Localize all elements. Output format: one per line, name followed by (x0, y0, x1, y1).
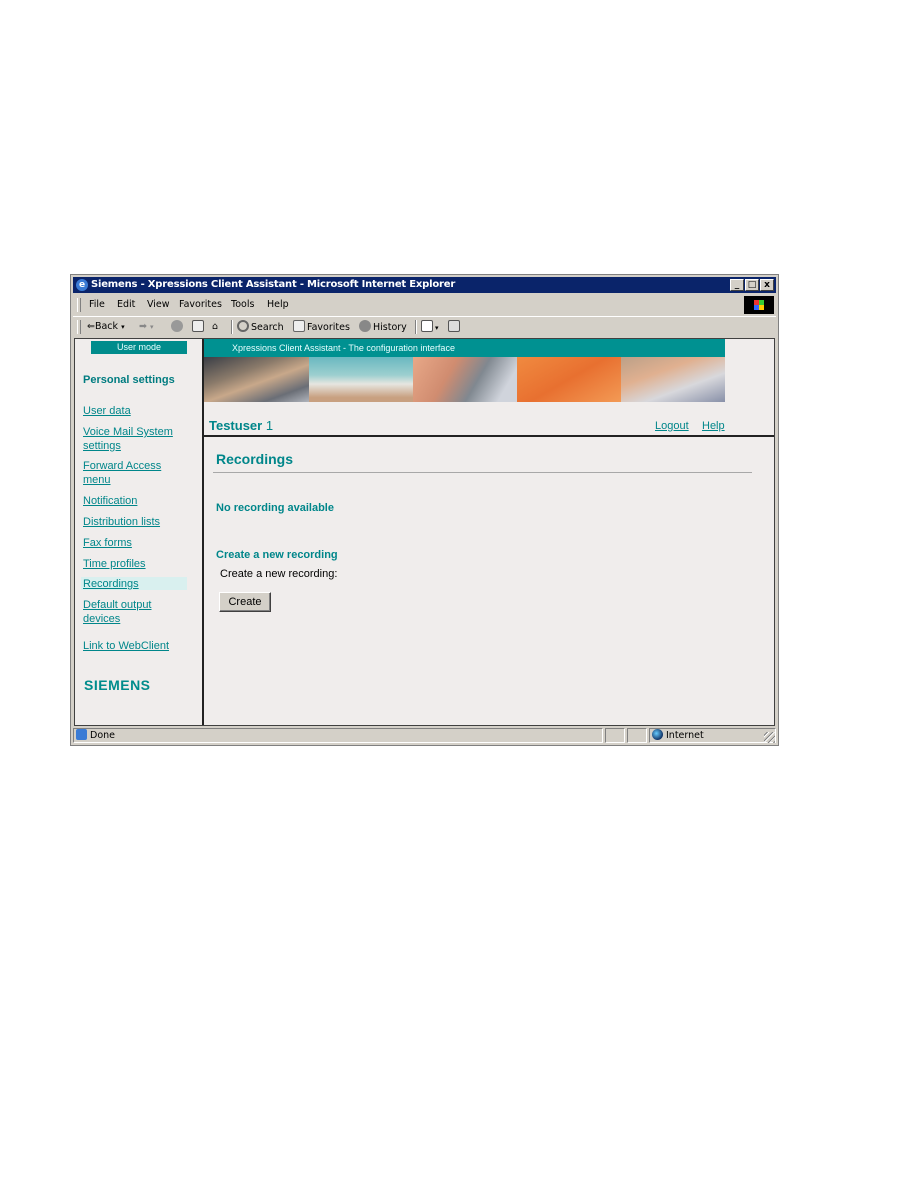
sidebar-item-recordings[interactable]: Recordings (83, 578, 139, 592)
create-button[interactable]: Create (219, 592, 271, 612)
home-icon: ⌂ (212, 321, 219, 332)
browser-window: e Siemens - Xpressions Client Assistant … (70, 274, 779, 746)
stop-button[interactable] (171, 320, 185, 335)
banner-photo-screen (309, 357, 413, 402)
back-label: Back (94, 321, 119, 332)
title-divider (213, 472, 752, 473)
sidebar: User mode Personal settings User data Vo… (75, 339, 204, 725)
link-line-1: Default output (83, 599, 152, 611)
link-line-2: devices (83, 612, 121, 625)
zone-cell: Internet (649, 728, 776, 743)
sidebar-section-title: Personal settings (83, 374, 175, 386)
print-icon (448, 320, 460, 332)
globe-icon (652, 729, 663, 740)
link-line-1: Forward Access (83, 460, 162, 472)
resize-grip[interactable] (764, 732, 775, 743)
page-content: User mode Personal settings User data Vo… (74, 338, 775, 726)
siemens-logo: SIEMENS (84, 677, 151, 693)
search-button[interactable]: Search (237, 320, 284, 335)
close-button[interactable]: x (760, 279, 774, 291)
refresh-icon (192, 320, 204, 332)
page-title: Recordings (216, 451, 294, 467)
sidebar-item-fax-forms[interactable]: Fax forms (83, 537, 132, 551)
history-button[interactable]: History (359, 320, 407, 335)
menu-edit[interactable]: Edit (117, 298, 135, 312)
ie-icon: e (76, 279, 88, 291)
history-icon (359, 320, 371, 332)
dropdown-icon: ▾ (121, 323, 125, 331)
zone-text: Internet (666, 730, 704, 741)
print-button[interactable] (448, 320, 462, 335)
windows-logo-icon (744, 296, 774, 314)
dropdown-icon: ▾ (435, 324, 439, 332)
page-icon (76, 729, 87, 740)
menu-help[interactable]: Help (267, 298, 289, 312)
search-label: Search (251, 322, 284, 333)
sidebar-item-user-data[interactable]: User data (83, 405, 131, 419)
banner-photo-mouse (621, 357, 725, 402)
link-line-1: Voice Mail System (83, 426, 173, 438)
back-button[interactable]: ⇐Back ▾ (87, 320, 125, 334)
user-name-text: Testuser (209, 418, 263, 433)
menu-view[interactable]: View (147, 298, 170, 312)
menubar-grip (77, 298, 81, 312)
banner-photo-orange-device (517, 357, 621, 402)
status-text: Done (90, 730, 115, 741)
search-icon (237, 320, 249, 332)
status-cell (605, 728, 625, 743)
user-number: 1 (265, 418, 274, 433)
favorites-button[interactable]: Favorites (293, 320, 350, 335)
toolbar-separator (415, 320, 417, 334)
status-text-cell: Done (73, 728, 603, 743)
create-label: Create a new recording: (220, 568, 338, 580)
sidebar-item-notification[interactable]: Notification (83, 495, 137, 509)
banner-caption: Xpressions Client Assistant - The config… (204, 339, 725, 357)
status-cell (627, 728, 647, 743)
logout-link[interactable]: Logout (655, 420, 689, 432)
forward-arrow-icon: ➡ (139, 321, 147, 332)
help-link[interactable]: Help (702, 420, 725, 432)
user-name: Testuser 1 (209, 418, 273, 433)
dropdown-icon: ▾ (150, 323, 154, 331)
user-mode-badge: User mode (91, 341, 187, 354)
home-button[interactable]: ⌂ (212, 320, 218, 334)
title-bar: e Siemens - Xpressions Client Assistant … (73, 277, 776, 293)
mail-icon (421, 320, 433, 332)
favorites-icon (293, 320, 305, 332)
create-section-heading: Create a new recording (216, 549, 338, 561)
header-divider (204, 435, 774, 437)
toolbar-grip (77, 320, 81, 334)
menu-favorites[interactable]: Favorites (179, 298, 222, 312)
sidebar-item-time-profiles[interactable]: Time profiles (83, 558, 146, 572)
toolbar: ⇐Back ▾ ➡ ▾ ⌂ Search Favorites History ▾ (73, 316, 776, 337)
empty-state-message: No recording available (216, 502, 334, 514)
main-panel: Xpressions Client Assistant - The config… (204, 339, 774, 725)
minimize-button[interactable]: _ (730, 279, 744, 291)
banner-photo-keyboard (204, 357, 309, 402)
menu-bar: File Edit View Favorites Tools Help (73, 295, 776, 315)
link-line-2: menu (83, 473, 111, 486)
maximize-button[interactable]: □ (745, 279, 759, 291)
mail-button[interactable]: ▾ (421, 320, 439, 335)
back-arrow-icon: ⇐ (87, 321, 95, 332)
header-banner: Xpressions Client Assistant - The config… (204, 339, 725, 402)
sidebar-item-forward-access-menu[interactable]: Forward Access menu (83, 460, 161, 487)
forward-button[interactable]: ➡ ▾ (139, 320, 154, 334)
favorites-label: Favorites (307, 322, 350, 333)
history-label: History (373, 322, 407, 333)
window-title: Siemens - Xpressions Client Assistant - … (91, 279, 456, 290)
menu-file[interactable]: File (89, 298, 105, 312)
status-bar: Done Internet (73, 727, 776, 744)
sidebar-item-voice-mail-system-settings[interactable]: Voice Mail System settings (83, 426, 173, 453)
sidebar-item-link-to-webclient[interactable]: Link to WebClient (83, 640, 169, 654)
stop-icon (171, 320, 183, 332)
menu-tools[interactable]: Tools (231, 298, 254, 312)
sidebar-item-distribution-lists[interactable]: Distribution lists (83, 516, 160, 530)
banner-photo-phone (413, 357, 517, 402)
toolbar-separator (231, 320, 233, 334)
sidebar-item-default-output-devices[interactable]: Default output devices (83, 599, 152, 626)
link-line-2: settings (83, 439, 121, 452)
refresh-button[interactable] (192, 320, 206, 335)
